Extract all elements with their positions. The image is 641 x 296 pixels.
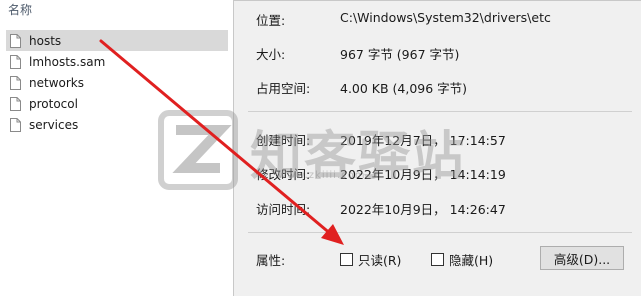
- file-item-networks[interactable]: networks: [6, 72, 228, 93]
- file-name: lmhosts.sam: [29, 54, 106, 69]
- file-name: hosts: [29, 33, 62, 48]
- size-label: 大小:: [256, 47, 286, 62]
- advanced-button[interactable]: 高级(D)...: [540, 246, 624, 270]
- panel-divider-top: [234, 0, 641, 1]
- file-icon: [10, 54, 21, 69]
- file-item-lmhosts[interactable]: lmhosts.sam: [6, 51, 228, 72]
- accessed-value[interactable]: 2022年10月9日， 14:26:47: [340, 199, 506, 218]
- file-item-protocol[interactable]: protocol: [6, 93, 228, 114]
- created-value[interactable]: 2019年12月7日， 17:14:57: [340, 130, 506, 149]
- checkbox-icon[interactable]: [431, 253, 444, 266]
- readonly-label: 只读(R): [358, 253, 402, 268]
- file-icon: [10, 96, 21, 111]
- file-icon: [10, 75, 21, 90]
- file-item-hosts[interactable]: hosts: [6, 30, 228, 51]
- disk-size-value[interactable]: 4.00 KB (4,096 字节): [340, 78, 467, 97]
- file-icon: [10, 33, 21, 48]
- column-header-name[interactable]: 名称: [8, 1, 32, 18]
- hidden-label: 隐藏(H): [449, 253, 494, 268]
- size-value[interactable]: 967 字节 (967 字节): [340, 44, 459, 63]
- location-label: 位置:: [256, 13, 286, 28]
- file-list-pane: 名称 hosts lmhosts.sam networks protocol s…: [0, 0, 234, 296]
- readonly-checkbox[interactable]: 只读(R): [340, 250, 401, 269]
- file-name: protocol: [29, 96, 78, 111]
- created-label: 创建时间:: [256, 133, 311, 148]
- file-name: networks: [29, 75, 84, 90]
- hidden-checkbox[interactable]: 隐藏(H): [431, 250, 493, 269]
- section-divider: [248, 111, 632, 112]
- section-divider: [248, 232, 632, 233]
- file-item-services[interactable]: services: [6, 114, 228, 135]
- location-value[interactable]: C:\Windows\System32\drivers\etc: [340, 10, 551, 25]
- modified-value[interactable]: 2022年10月9日， 14:14:19: [340, 164, 506, 183]
- modified-label: 修改时间:: [256, 167, 311, 182]
- file-icon: [10, 117, 21, 132]
- properties-panel: 位置: C:\Windows\System32\drivers\etc 大小: …: [233, 0, 641, 296]
- checkbox-icon[interactable]: [340, 253, 353, 266]
- accessed-label: 访问时间:: [256, 202, 311, 217]
- disk-size-label: 占用空间:: [256, 81, 311, 96]
- attributes-label: 属性:: [256, 253, 286, 268]
- file-name: services: [29, 117, 79, 132]
- screenshot-root: 名称 hosts lmhosts.sam networks protocol s…: [0, 0, 641, 296]
